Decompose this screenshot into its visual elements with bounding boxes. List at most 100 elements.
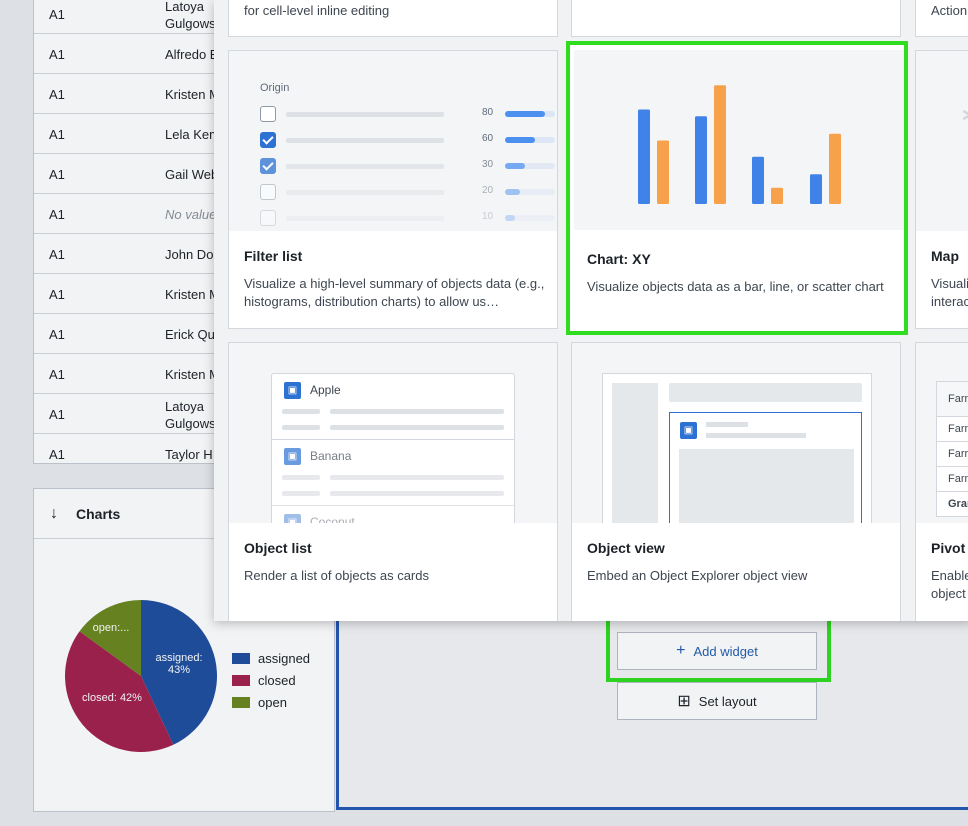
table-row[interactable]: A1 Kristen M	[34, 354, 232, 394]
table-row[interactable]: A1 Erick Qu	[34, 314, 232, 354]
cube-icon: ▣	[284, 514, 301, 523]
legend-item[interactable]: assigned	[232, 647, 310, 669]
filter-row: 60	[260, 132, 555, 148]
filter-row: 20	[260, 184, 555, 200]
table-cell: A1	[49, 247, 65, 262]
chart-bar	[771, 187, 783, 204]
map-preview: ✲	[916, 51, 968, 231]
widget-card-desc: Embed an Object Explorer object view	[587, 568, 808, 583]
background-table: A1 Latoya Gulgows A1 Alfredo E A1 Kristen M A1…	[33, 0, 233, 464]
object-view-sidebar	[612, 383, 658, 523]
set-layout-button[interactable]: ⊞ Set layout	[617, 682, 817, 720]
legend-label: open	[258, 694, 287, 710]
filter-bar	[505, 137, 555, 143]
chart-bar	[810, 174, 822, 204]
table-cell: A1	[49, 447, 65, 462]
legend-label: assigned	[258, 650, 311, 666]
pie-data-label: open:...	[93, 622, 130, 634]
widget-card-desc: Render a list of objects as cards	[244, 568, 429, 583]
table-row[interactable]: A1 Taylor H	[34, 434, 232, 463]
object-view-topbar	[669, 383, 862, 402]
widget-card-title: Pivot	[931, 540, 966, 556]
gear-icon: ✲	[961, 103, 968, 129]
table-cell: Kristen M	[165, 287, 220, 302]
table-cell: Lela Kem	[165, 127, 220, 142]
list-item-name: Banana	[310, 449, 352, 463]
pivot-row: Farm	[937, 417, 968, 442]
table-row[interactable]: A1 No value	[34, 194, 232, 234]
legend-item[interactable]: open	[232, 691, 310, 713]
legend-swatch	[232, 696, 250, 708]
widget-card-title: Map	[931, 248, 959, 264]
checkbox	[260, 106, 276, 122]
table-cell: A1	[49, 367, 65, 382]
table-cell: Kristen M	[165, 87, 220, 102]
table-row[interactable]: A1 Kristen M	[34, 274, 232, 314]
checkbox	[260, 184, 276, 200]
object-list-preview: ▣ Apple ▣ Banana ▣ Coconut	[229, 343, 557, 523]
widget-card-top-3[interactable]: Action	[915, 0, 968, 37]
filter-bar	[505, 163, 555, 169]
table-cell: A1	[49, 327, 65, 342]
list-item-name: Coconut	[310, 515, 355, 523]
table-cell: No value	[165, 207, 217, 222]
pie-chart: assigned: 43%closed: 42%open:...	[64, 600, 218, 752]
arrow-down-icon[interactable]: ↓	[50, 505, 58, 523]
object-view-card: ▣	[669, 412, 862, 523]
legend-item[interactable]: closed	[232, 669, 310, 691]
widget-card-title: Filter list	[244, 248, 303, 264]
table-row[interactable]: A1 John Do	[34, 234, 232, 274]
table-row[interactable]: A1 Alfredo E	[34, 34, 232, 74]
legend-swatch	[232, 652, 250, 664]
widget-card-object-view[interactable]: ▣ Object view Embed an Object Explorer o…	[571, 342, 901, 621]
filter-count: 10	[482, 211, 494, 222]
pie-data-label: closed: 42%	[82, 692, 142, 704]
legend-swatch	[232, 674, 250, 686]
pivot-preview: FarmFarmFarmFarmGran	[916, 343, 968, 523]
chart-bar	[657, 140, 669, 204]
object-list-box: ▣ Apple ▣ Banana ▣ Coconut	[271, 373, 515, 523]
set-layout-label: Set layout	[698, 693, 757, 709]
filter-bar	[505, 189, 555, 195]
object-view-preview: ▣	[572, 343, 900, 523]
bar-chart	[638, 85, 841, 204]
table-cell: Kristen M	[165, 367, 220, 382]
filter-list-preview: Origin 80 60 30 20 10	[229, 51, 557, 231]
table-cell: A1	[49, 47, 65, 62]
widget-card-map[interactable]: ✲ Map Visuali interac	[915, 50, 968, 329]
widget-card-object-list[interactable]: ▣ Apple ▣ Banana ▣ Coconut Object list Render…	[228, 342, 558, 621]
chart-xy-preview	[574, 50, 904, 230]
list-item: ▣ Apple	[272, 374, 514, 440]
table-cell: A1	[49, 407, 65, 422]
filter-count: 30	[482, 159, 494, 170]
filter-count: 20	[482, 185, 494, 196]
table-row[interactable]: A1 Lela Kem	[34, 114, 232, 154]
checkbox	[260, 210, 276, 226]
widget-card-pivot[interactable]: FarmFarmFarmFarmGran Pivot Enable object	[915, 342, 968, 621]
table-row[interactable]: A1 Kristen M	[34, 74, 232, 114]
object-view-frame: ▣	[602, 373, 872, 523]
widget-card-chart-xy[interactable]: Chart: XY Visualize objects data as a ba…	[566, 41, 908, 335]
widget-card-filter-list[interactable]: Origin 80 60 30 20 10 Filter list Visualize …	[228, 50, 558, 329]
table-row[interactable]: A1 Latoya Gulgows	[34, 0, 232, 34]
table-row[interactable]: A1 Latoya Gulgows	[34, 394, 232, 434]
widget-card-desc: Visualize a high-level summary of object…	[244, 276, 545, 309]
filter-origin-label: Origin	[260, 82, 290, 94]
chart-bar	[638, 109, 650, 204]
widget-card-title: Object list	[244, 540, 312, 556]
table-row[interactable]: A1 Gail Web	[34, 154, 232, 194]
charts-panel-title: Charts	[76, 505, 121, 522]
table-cell: A1	[49, 167, 65, 182]
widget-picker-modal: for cell-level inline editing Action Ori…	[214, 0, 968, 621]
table-cell: A1	[49, 287, 65, 302]
widget-card-desc: Enable object	[931, 568, 968, 601]
widget-card-top-2[interactable]	[571, 0, 901, 37]
widget-card-title: Object view	[587, 540, 665, 556]
table-cell: A1	[49, 7, 65, 22]
filter-count: 60	[482, 133, 494, 144]
widget-card-top-1[interactable]: for cell-level inline editing	[228, 0, 558, 37]
list-item: ▣ Banana	[272, 440, 514, 506]
list-item: ▣ Coconut	[272, 506, 514, 523]
table-cell: A1	[49, 127, 65, 142]
table-cell: Alfredo E	[165, 47, 219, 62]
